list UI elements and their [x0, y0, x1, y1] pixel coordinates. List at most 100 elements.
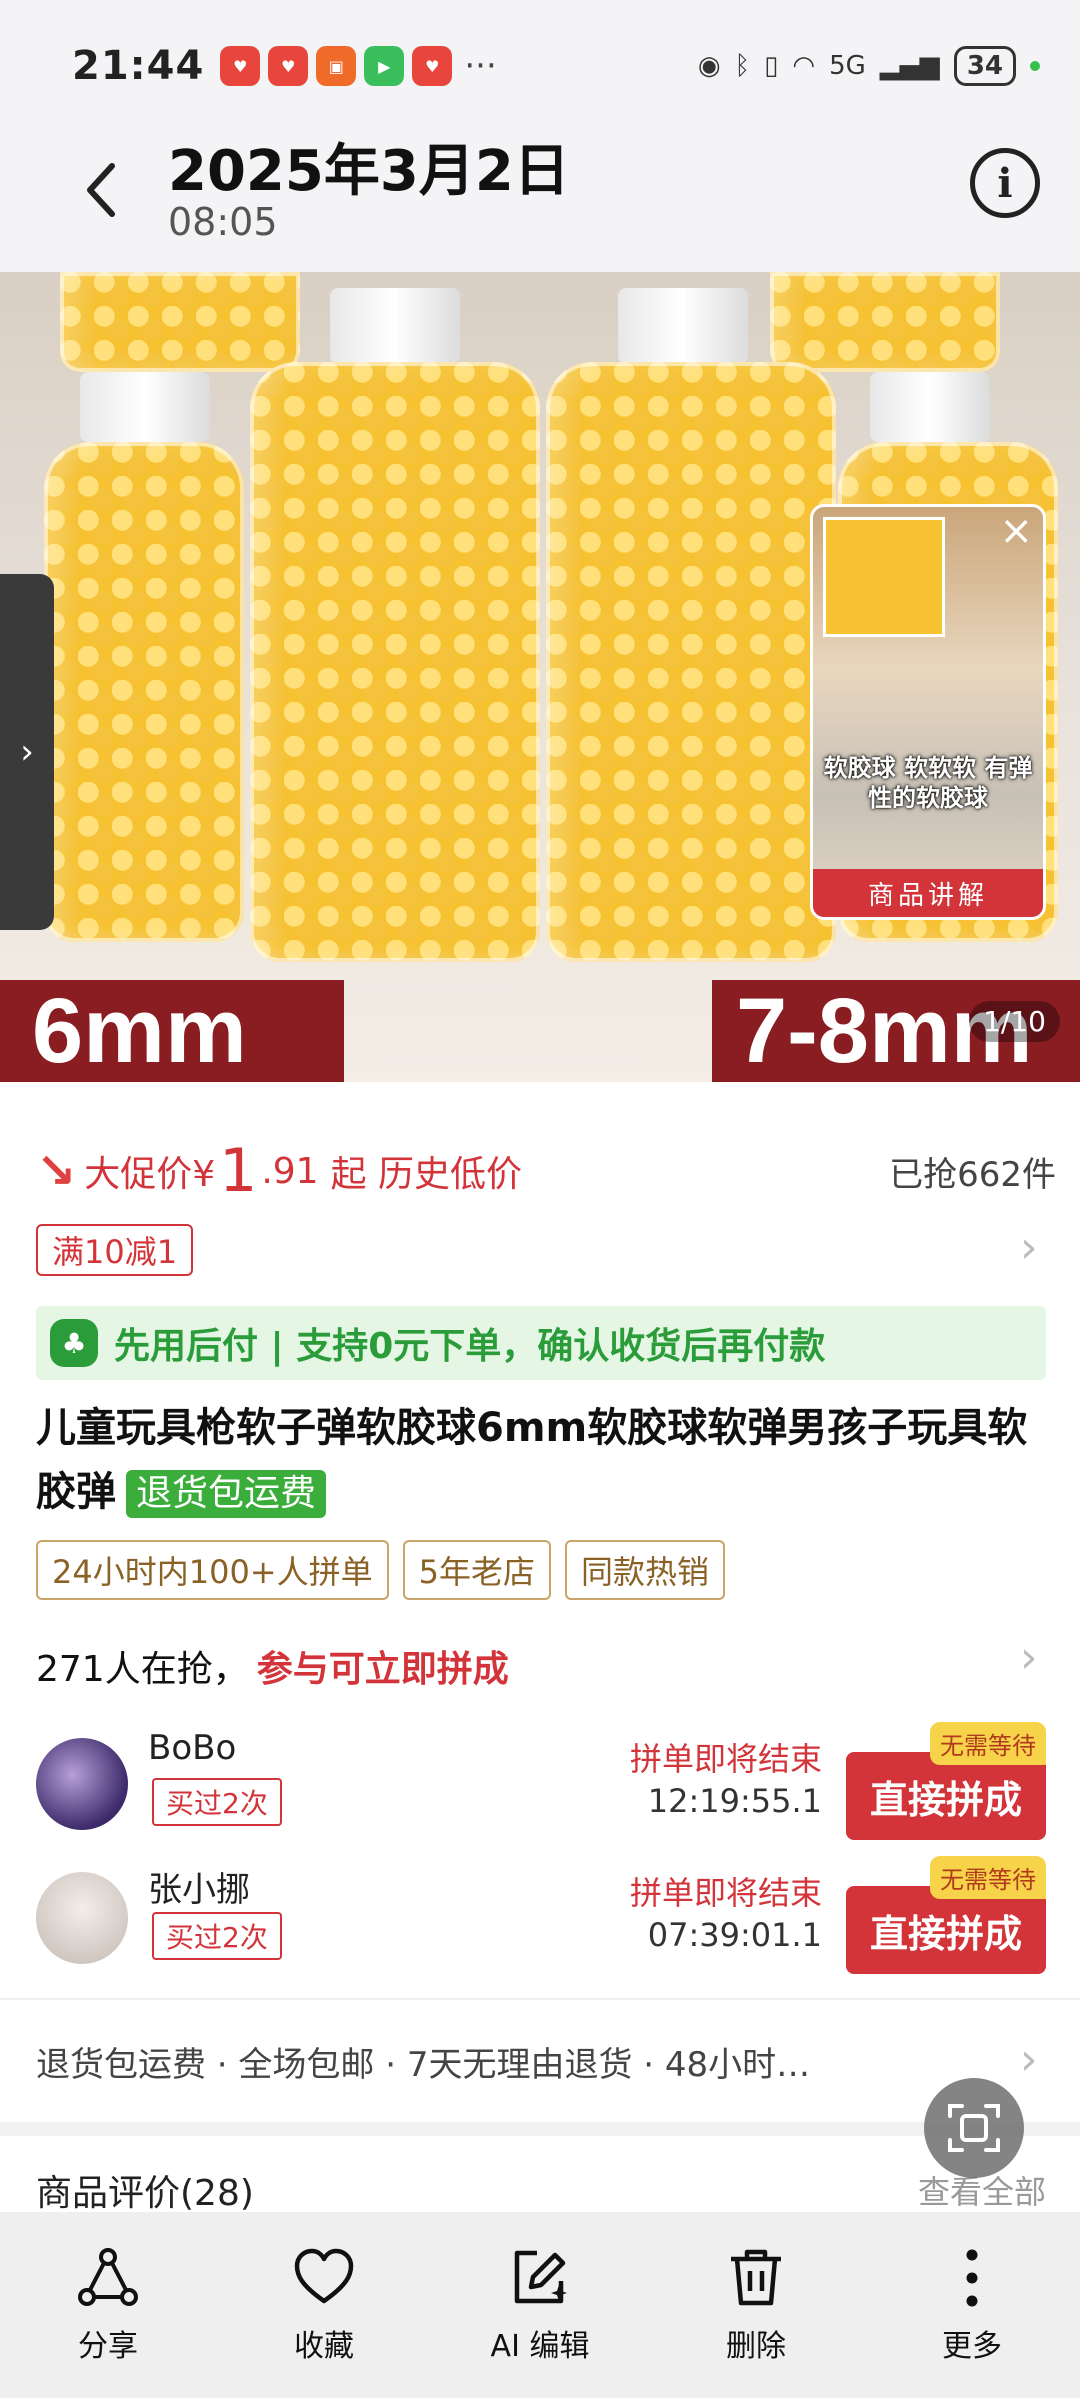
group-ending-text: 拼单即将结束 [629, 1874, 822, 1912]
user-name: BoBo [148, 1728, 237, 1768]
battery-level: 34 [966, 51, 1003, 81]
price-decimal: .91 [261, 1150, 319, 1192]
bought-badge: 买过2次 [152, 1912, 282, 1960]
share-icon [78, 2248, 138, 2306]
bottle-cap [618, 288, 748, 364]
countdown-timer: 07:39:01.1 [647, 1916, 822, 1954]
user-name: 张小挪 [148, 1870, 250, 1910]
bottle-image [44, 442, 244, 942]
heart-icon [294, 2248, 354, 2304]
ai-edit-button[interactable]: AI 编辑 [432, 2212, 648, 2398]
bluetooth-icon: ᛒ [734, 51, 751, 81]
free-return-tag: 退货包运费 [126, 1470, 327, 1518]
no-wait-badge: 无需等待 [930, 1856, 1046, 1899]
avatar [36, 1738, 128, 1830]
eye-icon: ◉ [697, 51, 721, 81]
favorite-label: 收藏 [294, 2329, 354, 2364]
promo-label: 大促价¥ [84, 1154, 216, 1195]
size-label-left: 6mm [0, 980, 344, 1082]
badge-item: 同款热销 [565, 1540, 726, 1600]
group-hot-text: 参与可立即拼成 [256, 1649, 509, 1690]
reviews-label: 商品评价(28) [36, 2173, 254, 2214]
group-buy-item: 张小挪 买过2次 拼单即将结束 07:39:01.1 直接拼成 无需等待 [36, 1856, 1046, 1976]
bottle-cap [80, 372, 210, 442]
vibrate-icon: ▯ [764, 51, 779, 81]
service-text: 退货包运费 · 全场包邮 · 7天无理由退货 · 48小时… [36, 2044, 811, 2085]
price-row: ↘ 大促价¥ 1 .91 起 历史低价 已抢662件 [36, 1136, 1056, 1206]
section-divider [0, 2122, 1080, 2136]
group-count-text: 271人在抢， [36, 1649, 249, 1690]
ai-edit-label: AI 编辑 [490, 2329, 590, 2364]
pay-later-banner[interactable]: ♣ 先用后付 | 支持0元下单，确认收货后再付款 [36, 1306, 1046, 1380]
close-icon[interactable]: × [999, 511, 1033, 551]
avatar [36, 1872, 128, 1964]
badge-item: 24小时内100+人拼单 [36, 1540, 389, 1600]
chevron-right-icon[interactable]: › [1020, 2034, 1038, 2085]
battery-icon: 34 [953, 46, 1016, 86]
pay-later-text: 先用后付 | 支持0元下单，确认收货后再付款 [114, 1326, 826, 1367]
reviews-header[interactable]: 商品评价(28) 查看全部 [36, 2160, 1046, 2220]
chevron-right-icon[interactable]: › [1020, 1632, 1038, 1683]
network-type: 5G [829, 51, 866, 81]
notification-icons: ♥ ♥ ▣ ▶ ♥ [220, 46, 453, 86]
price-integer: 1 [219, 1136, 258, 1206]
scan-icon [948, 2104, 1000, 2152]
ai-edit-icon [514, 2250, 567, 2304]
status-time: 21:44 [72, 43, 205, 89]
info-button[interactable]: i [970, 148, 1040, 218]
trash-icon [731, 2249, 781, 2306]
countdown-timer: 12:19:55.1 [647, 1782, 822, 1820]
app-notification-icon: ♥ [220, 46, 261, 86]
bought-badge: 买过2次 [152, 1778, 282, 1826]
no-wait-badge: 无需等待 [930, 1722, 1046, 1765]
share-label: 分享 [78, 2329, 138, 2364]
badge-item: 5年老店 [402, 1540, 551, 1600]
status-bar: 21:44 ♥ ♥ ▣ ▶ ♥ ··· ◉ ᛒ ▯ ◠ 5G ▂▄▆ 34 [72, 38, 1040, 94]
more-label: 更多 [942, 2329, 1002, 2364]
bottle-image [546, 362, 836, 962]
join-group-button[interactable]: 直接拼成 [846, 1752, 1046, 1840]
chevron-right-icon[interactable]: › [1020, 1222, 1038, 1273]
delete-label: 删除 [726, 2329, 786, 2364]
bottle-image [250, 362, 540, 962]
more-button[interactable]: 更多 [864, 2212, 1080, 2398]
side-expand-tab[interactable]: › [0, 574, 54, 930]
price-suffix: 起 历史低价 [330, 1154, 523, 1195]
share-button[interactable]: 分享 [0, 2212, 216, 2398]
back-button[interactable] [72, 150, 132, 230]
more-notifications-icon: ··· [464, 46, 497, 86]
delete-button[interactable]: 删除 [648, 2212, 864, 2398]
wifi-icon: ◠ [792, 51, 816, 81]
app-notification-icon: ▶ [364, 46, 405, 86]
bottle-image [60, 272, 300, 372]
top-bar: 21:44 ♥ ♥ ▣ ▶ ♥ ··· ◉ ᛒ ▯ ◠ 5G ▂▄▆ 34 20… [0, 0, 1080, 272]
product-video-card[interactable]: × 软胶球 软软软 有弹性的软胶球 商品讲解 [810, 504, 1046, 920]
join-group-button[interactable]: 直接拼成 [846, 1886, 1046, 1974]
photo-date: 2025年3月2日 [168, 139, 570, 204]
group-buy-item: BoBo 买过2次 拼单即将结束 12:19:55.1 直接拼成 无需等待 [36, 1722, 1046, 1842]
favorite-button[interactable]: 收藏 [216, 2212, 432, 2398]
info-icon: i [997, 159, 1013, 207]
pay-later-icon: ♣ [50, 1319, 98, 1367]
group-buy-header[interactable]: 271人在抢， 参与可立即拼成 [36, 1636, 1046, 1696]
video-caption: 软胶球 软软软 有弹性的软胶球 [823, 754, 1033, 812]
product-explain-button[interactable]: 商品讲解 [813, 869, 1043, 917]
photo-time: 08:05 [168, 200, 278, 244]
chevron-right-icon: › [20, 732, 34, 772]
product-badges: 24小时内100+人拼单 5年老店 同款热销 [36, 1540, 726, 1600]
coupon-badge[interactable]: 满10减1 [36, 1224, 194, 1276]
bottom-toolbar: 分享 收藏 AI 编辑 删除 更多 [0, 2212, 1080, 2398]
scan-button[interactable] [924, 2078, 1024, 2178]
more-vertical-icon [966, 2249, 978, 2307]
chevron-left-icon [87, 163, 115, 217]
app-notification-icon: ♥ [268, 46, 309, 86]
group-ending-text: 拼单即将结束 [629, 1740, 822, 1778]
signal-icon: ▂▄▆ [879, 51, 940, 81]
price-drop-icon: ↘ [36, 1143, 77, 1199]
image-counter: 1/10 [969, 1001, 1060, 1042]
bottle-image [770, 272, 1000, 372]
video-thumbnail [823, 517, 945, 637]
app-notification-icon: ♥ [412, 46, 453, 86]
service-guarantees[interactable]: 退货包运费 · 全场包邮 · 7天无理由退货 · 48小时… [0, 1998, 1080, 2122]
bottle-cap [870, 372, 990, 442]
